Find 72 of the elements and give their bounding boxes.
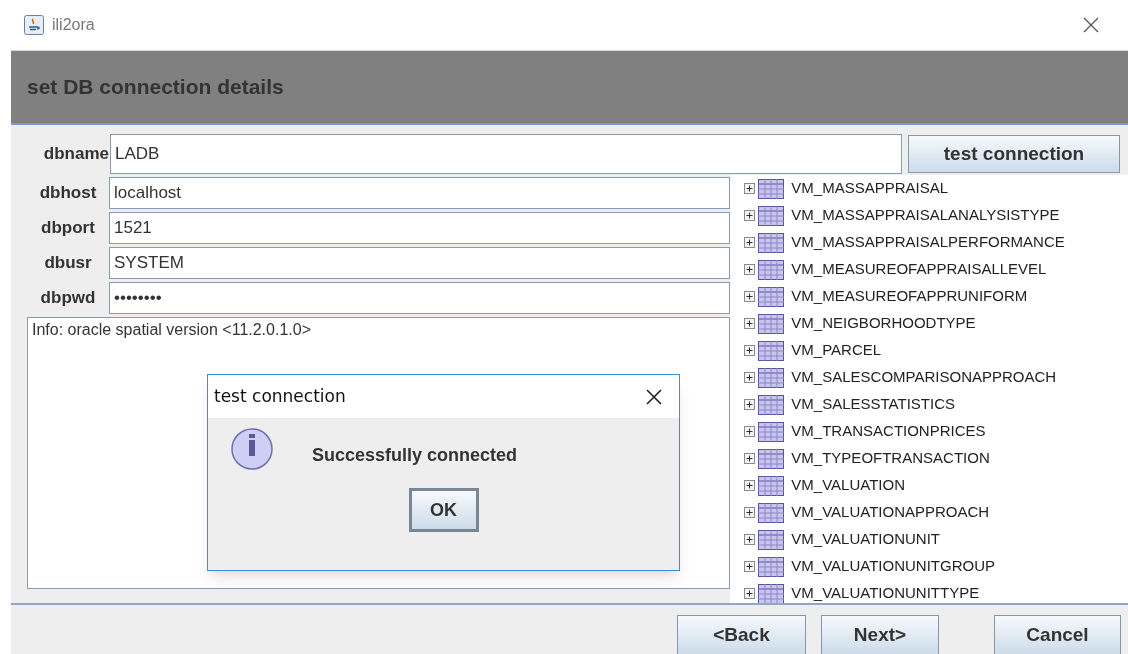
table-icon bbox=[758, 178, 785, 199]
ok-button[interactable]: OK bbox=[408, 488, 479, 532]
tree-item[interactable]: VM_TRANSACTIONPRICES bbox=[791, 420, 986, 443]
close-icon[interactable] bbox=[1082, 16, 1100, 34]
field-label: dbhost bbox=[38, 182, 98, 205]
expand-icon[interactable] bbox=[744, 480, 756, 491]
header-title: set DB connection details bbox=[27, 74, 284, 101]
expand-icon[interactable] bbox=[744, 507, 756, 518]
expand-icon[interactable] bbox=[744, 399, 756, 410]
window-title: ili2ora bbox=[52, 15, 95, 35]
app-icon bbox=[24, 15, 44, 35]
tree-item[interactable]: VM_VALUATIONUNITTYPE bbox=[791, 582, 980, 603]
expand-icon[interactable] bbox=[744, 183, 756, 194]
expand-icon[interactable] bbox=[744, 588, 756, 599]
dialog-message: Successfully connected bbox=[312, 443, 518, 467]
input-field[interactable]: •••••••• bbox=[109, 282, 731, 314]
field-label: dbpwd bbox=[39, 287, 97, 310]
expand-icon[interactable] bbox=[744, 534, 756, 545]
tree-item[interactable]: VM_TYPEOFTRANSACTION bbox=[791, 447, 990, 470]
cancel-button[interactable]: Cancel bbox=[994, 615, 1121, 654]
expand-icon[interactable] bbox=[744, 237, 756, 248]
expand-icon[interactable] bbox=[744, 372, 756, 383]
back-button[interactable]: <Back bbox=[677, 615, 806, 654]
tree-item[interactable]: VM_NEIGBORHOODTYPE bbox=[791, 312, 976, 335]
input-field[interactable]: LADB bbox=[110, 134, 902, 174]
tree-item[interactable]: VM_VALUATIONUNIT bbox=[791, 528, 940, 551]
tree-item[interactable]: VM_VALUATIONUNITGROUP bbox=[791, 555, 995, 578]
table-icon bbox=[758, 232, 785, 253]
tree-item[interactable]: VM_SALESCOMPARISONAPPROACH bbox=[791, 366, 1057, 389]
table-icon bbox=[758, 448, 785, 469]
dialog-title: test connection bbox=[214, 384, 346, 408]
tree-item[interactable]: VM_MASSAPPRAISALANALYSISTYPE bbox=[791, 204, 1060, 227]
table-icon bbox=[758, 205, 785, 226]
tree-item[interactable]: VM_MEASUREOFAPPRAISALLEVEL bbox=[791, 258, 1047, 281]
table-icon bbox=[758, 394, 785, 415]
expand-icon[interactable] bbox=[744, 453, 756, 464]
table-icon bbox=[758, 502, 785, 523]
tree-item[interactable]: VM_SALESSTATISTICS bbox=[791, 393, 955, 416]
info-text: Info: oracle spatial version <11.2.0.1.0> bbox=[32, 321, 311, 338]
expand-icon[interactable] bbox=[744, 264, 756, 275]
tree-item[interactable]: VM_VALUATIONAPPROACH bbox=[791, 501, 990, 524]
expand-icon[interactable] bbox=[744, 291, 756, 302]
table-icon bbox=[758, 529, 785, 550]
input-field[interactable]: SYSTEM bbox=[109, 247, 731, 279]
tree-item[interactable]: VM_MASSAPPRAISALPERFORMANCE bbox=[791, 231, 1065, 254]
table-icon bbox=[758, 556, 785, 577]
table-icon bbox=[758, 421, 785, 442]
table-icon bbox=[758, 340, 785, 361]
test-connection-button[interactable]: test connection bbox=[908, 135, 1120, 173]
input-field[interactable]: localhost bbox=[109, 177, 731, 209]
tree-item[interactable]: VM_VALUATION bbox=[791, 474, 905, 497]
field-label: dbname bbox=[42, 143, 109, 166]
expand-icon[interactable] bbox=[744, 426, 756, 437]
tree-item[interactable]: VM_PARCEL bbox=[791, 339, 882, 362]
expand-icon[interactable] bbox=[744, 561, 756, 572]
tree-item[interactable]: VM_MEASUREOFAPPRUNIFORM bbox=[791, 285, 1028, 308]
next-button[interactable]: Next> bbox=[821, 615, 939, 654]
table-icon bbox=[758, 367, 785, 388]
table-icon bbox=[758, 286, 785, 307]
input-field[interactable]: 1521 bbox=[109, 212, 731, 244]
table-icon bbox=[758, 313, 785, 334]
field-label: dbusr bbox=[43, 252, 93, 275]
tree-item[interactable]: VM_MASSAPPRAISAL bbox=[791, 177, 949, 200]
info-icon bbox=[228, 428, 276, 472]
expand-icon[interactable] bbox=[744, 345, 756, 356]
expand-icon[interactable] bbox=[744, 210, 756, 221]
table-icon bbox=[758, 583, 785, 603]
table-icon bbox=[758, 259, 785, 280]
close-icon[interactable] bbox=[645, 387, 663, 406]
table-icon bbox=[758, 475, 785, 496]
field-label: dbport bbox=[40, 217, 96, 240]
expand-icon[interactable] bbox=[744, 318, 756, 329]
